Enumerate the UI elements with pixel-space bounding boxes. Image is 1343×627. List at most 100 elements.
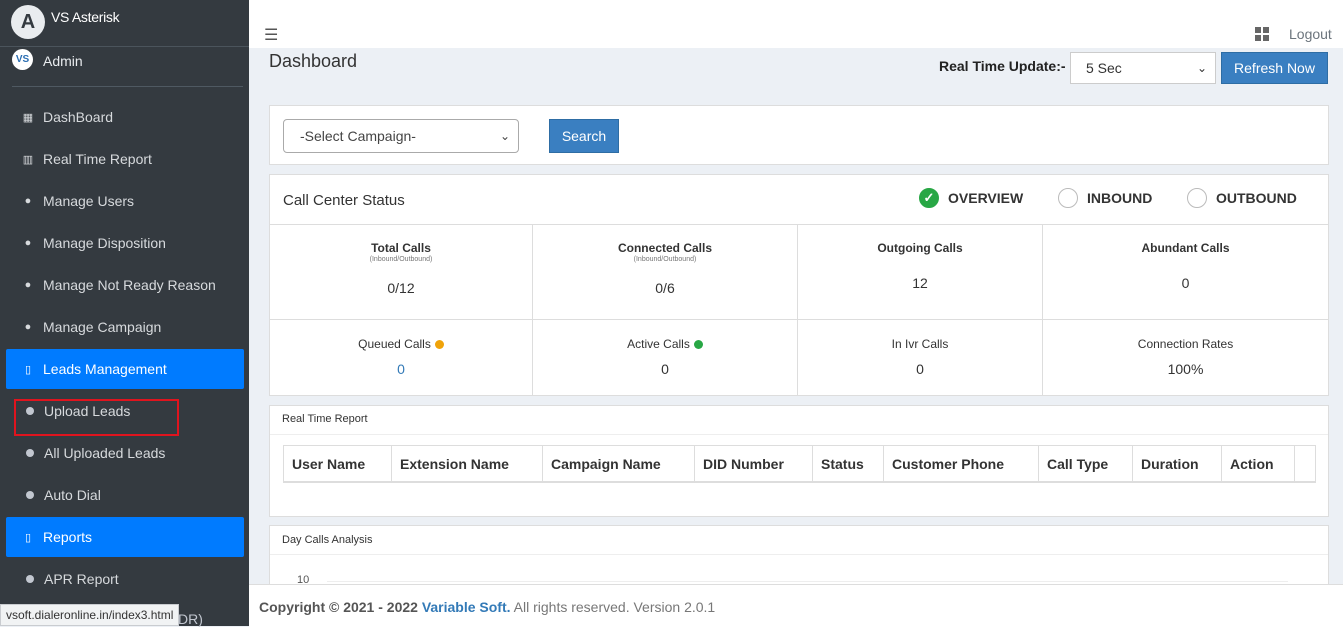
report-table-header: User Name Extension Name Campaign Name D… xyxy=(283,445,1316,483)
sidebar-item-manage-users[interactable]: ● Manage Users xyxy=(0,180,249,222)
copyright: Copyright © 2021 - 2022 Variable Soft. A… xyxy=(259,599,715,615)
radio-circle-icon xyxy=(1187,188,1207,208)
sidebar-item-real-time-report[interactable]: ▥ Real Time Report xyxy=(0,138,249,180)
column-header[interactable]: Extension Name xyxy=(392,446,543,481)
sidebar-item-manage-not-ready-reason[interactable]: ● Manage Not Ready Reason xyxy=(0,264,249,306)
stat-label: Abundant Calls xyxy=(1141,241,1230,255)
stat-label: Total Calls xyxy=(371,241,431,255)
sidebar-item-label: APR Report xyxy=(44,571,119,587)
column-header[interactable]: Action xyxy=(1222,446,1295,481)
column-header[interactable]: Duration xyxy=(1133,446,1222,481)
sidebar-item-auto-dial[interactable]: Auto Dial xyxy=(0,474,249,516)
stat-value: 100% xyxy=(1167,361,1204,377)
stat-label: Connected Calls xyxy=(617,241,713,255)
real-time-report-card: Real Time Report User Name Extension Nam… xyxy=(269,405,1329,517)
chevron-down-icon: ⌄ xyxy=(1196,61,1207,75)
radio-outbound[interactable]: OUTBOUND xyxy=(1187,188,1297,208)
card-title: Day Calls Analysis xyxy=(282,534,373,546)
search-button[interactable]: Search xyxy=(549,119,619,153)
stat-value: 0/6 xyxy=(655,280,675,296)
sidebar-item-partial[interactable]: DR) xyxy=(178,611,203,627)
user-icon: ● xyxy=(24,237,32,249)
divider xyxy=(12,86,243,87)
sidebar-item-manage-disposition[interactable]: ● Manage Disposition xyxy=(0,222,249,264)
real-time-update-select[interactable]: 5 Sec ⌄ xyxy=(1070,52,1216,84)
radio-inbound[interactable]: INBOUND xyxy=(1058,188,1152,208)
radio-circle-icon xyxy=(1058,188,1078,208)
status-bar-url: vsoft.dialeronline.in/index3.html xyxy=(0,604,180,626)
sidebar-item-label: Leads Management xyxy=(43,361,167,377)
page-title: Dashboard xyxy=(269,51,358,71)
sidebar-item-apr-report[interactable]: APR Report xyxy=(0,558,249,600)
column-header[interactable]: User Name xyxy=(284,446,392,481)
stat-value: 0 xyxy=(1181,275,1190,291)
chevron-down-icon: ⌄ xyxy=(499,129,510,143)
user-icon: ● xyxy=(24,279,32,291)
stat-grid: Total Calls (Inbound/Outbound) 0/12 Conn… xyxy=(270,225,1328,395)
stat-value: 12 xyxy=(912,275,928,291)
stat-label: Connection Rates xyxy=(1137,337,1234,351)
stat-sublabel: (Inbound/Outbound) xyxy=(633,256,697,263)
sidebar-item-label: Manage Users xyxy=(43,193,135,209)
circle-icon xyxy=(26,491,34,499)
circle-icon xyxy=(26,575,34,583)
stat-value: 0 xyxy=(661,361,669,377)
radio-overview[interactable]: ✓ OVERVIEW xyxy=(919,188,1023,208)
divider xyxy=(270,434,1328,435)
folder-icon: ▯ xyxy=(24,363,32,376)
copyright-prefix: Copyright © 2021 - 2022 xyxy=(259,599,418,615)
footer: Copyright © 2021 - 2022 Variable Soft. A… xyxy=(249,584,1343,627)
stat-label: Queued Calls xyxy=(358,337,431,351)
column-header[interactable]: Campaign Name xyxy=(543,446,695,481)
sidebar-item-label: DashBoard xyxy=(43,109,114,125)
company-link[interactable]: Variable Soft. xyxy=(422,599,511,615)
sidebar-item-reports[interactable]: ▯ Reports xyxy=(6,517,244,557)
column-header[interactable]: DID Number xyxy=(695,446,813,481)
hamburger-menu-icon[interactable]: ☰ xyxy=(264,25,278,45)
main-content: Dashboard Real Time Update:- 5 Sec ⌄ Ref… xyxy=(249,48,1343,626)
stat-value-link[interactable]: 0 xyxy=(270,361,532,377)
select-value: 5 Sec xyxy=(1086,60,1122,76)
select-value: -Select Campaign- xyxy=(300,128,416,144)
brand[interactable]: A VS Asterisk xyxy=(0,0,249,47)
stat-in-ivr-calls: In Ivr Calls 0 xyxy=(798,320,1043,395)
sidebar-item-label: Real Time Report xyxy=(43,151,152,167)
column-header[interactable]: Customer Phone xyxy=(884,446,1039,481)
refresh-now-button[interactable]: Refresh Now xyxy=(1221,52,1328,84)
sidebar-item-label: Reports xyxy=(43,529,93,545)
stat-active-calls: Active Calls 0 xyxy=(533,320,798,395)
column-header[interactable]: Call Type xyxy=(1039,446,1133,481)
sidebar-item-leads-management[interactable]: ▯ Leads Management xyxy=(6,349,244,389)
stat-value: 0/12 xyxy=(387,280,415,296)
card-title: Real Time Report xyxy=(282,413,368,425)
column-header[interactable]: Status xyxy=(813,446,884,481)
sidebar-item-label: Auto Dial xyxy=(44,487,101,503)
sidebar-item-label: Manage Disposition xyxy=(43,235,166,251)
user-panel[interactable]: VS Admin xyxy=(0,47,249,87)
stat-label-row: Queued Calls xyxy=(270,337,532,351)
brand-name: VS Asterisk xyxy=(51,9,120,25)
stat-label: In Ivr Calls xyxy=(891,337,949,351)
radio-label: OVERVIEW xyxy=(948,190,1024,206)
grid-icon: ▦ xyxy=(22,111,34,124)
annotation-highlight-box xyxy=(14,399,179,436)
radio-label: INBOUND xyxy=(1087,190,1153,206)
copyright-suffix: All rights reserved. Version 2.0.1 xyxy=(513,599,716,615)
bar-chart-icon: ▥ xyxy=(22,153,34,166)
stat-queued-calls: Queued Calls 0 xyxy=(270,320,533,395)
apps-grid-icon[interactable] xyxy=(1255,27,1269,41)
sidebar: A VS Asterisk VS Admin ▦ DashBoard ▥ Rea… xyxy=(0,0,249,627)
call-center-status-card: Call Center Status ✓ OVERVIEW INBOUND OU… xyxy=(269,174,1329,396)
real-time-update-label: Real Time Update:- xyxy=(939,58,1066,74)
sidebar-item-label: Manage Campaign xyxy=(43,319,162,335)
sidebar-item-all-uploaded-leads[interactable]: All Uploaded Leads xyxy=(0,432,249,474)
campaign-select[interactable]: -Select Campaign- ⌄ xyxy=(283,119,519,153)
stat-connected-calls: Connected Calls (Inbound/Outbound) 0/6 xyxy=(533,225,798,320)
stat-outgoing-calls: Outgoing Calls 12 xyxy=(798,225,1043,320)
sidebar-item-dashboard[interactable]: ▦ DashBoard xyxy=(0,96,249,138)
stat-value: 0 xyxy=(916,361,924,377)
circle-icon xyxy=(26,449,34,457)
sidebar-item-manage-campaign[interactable]: ● Manage Campaign xyxy=(0,306,249,348)
user-name[interactable]: Admin xyxy=(43,53,83,69)
logout-link[interactable]: Logout xyxy=(1289,26,1332,42)
